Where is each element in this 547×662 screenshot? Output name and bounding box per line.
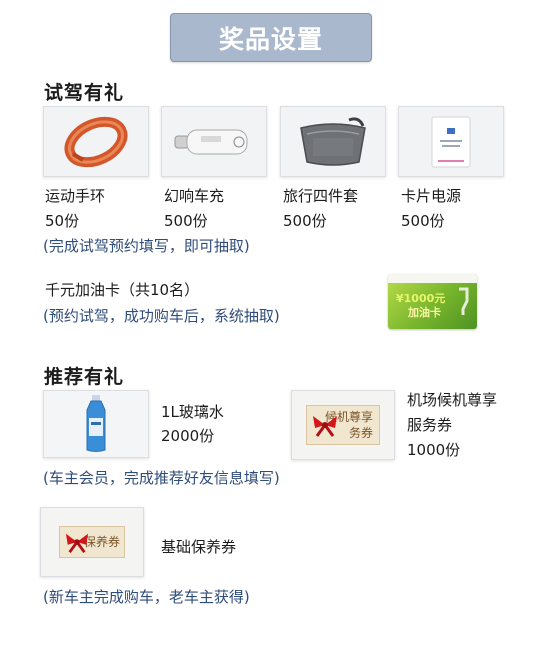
prize-name: 运动手环 <box>45 187 106 205</box>
prize-quantity: 1000份 <box>407 441 461 459</box>
prize-image-maintenance-voucher: 保养券 <box>40 507 144 577</box>
gas-card-name: 加油卡 <box>408 306 441 319</box>
prize-quantity: 500份 <box>401 212 445 230</box>
prize-image-glass-water <box>43 390 149 458</box>
prize-name: 卡片电源 <box>401 187 462 205</box>
section-title-test-drive: 试驾有礼 <box>44 82 125 104</box>
airport-voucher: 候机尊享 务券 <box>306 405 380 445</box>
prize-image-fitness-band <box>43 106 149 177</box>
gas-card-note: (预约试驾，成功购车后，系统抽取) <box>43 307 280 325</box>
travel-bag-icon <box>300 116 366 166</box>
page-title-banner: 奖品设置 <box>170 13 372 62</box>
prize-quantity: 2000份 <box>161 427 215 445</box>
fitness-band-icon <box>64 116 128 167</box>
referral-note: (车主会员，完成推荐好友信息填写) <box>43 469 280 487</box>
gas-card-image: ¥1000元 加油卡 <box>388 274 477 329</box>
voucher-text-line2: 务券 <box>348 426 373 440</box>
water-bottle-icon <box>86 395 106 452</box>
prize-name: 基础保养券 <box>161 538 237 556</box>
prize-image-travel-bag <box>280 106 386 177</box>
red-bow-icon <box>65 533 89 553</box>
prize-name: 幻响车充 <box>164 187 225 205</box>
maintenance-voucher: 保养券 <box>59 526 125 558</box>
prize-image-airport-voucher: 候机尊享 务券 <box>291 390 395 460</box>
prize-quantity: 50份 <box>45 212 80 230</box>
section-title-referral: 推荐有礼 <box>44 366 125 388</box>
prize-name: 机场候机尊享 <box>407 391 498 409</box>
fuel-nozzle-icon <box>459 287 469 315</box>
card-header-strip <box>388 274 477 283</box>
page-title: 奖品设置 <box>218 24 323 54</box>
car-charger-icon <box>174 129 248 154</box>
prize-image-car-charger <box>161 106 267 177</box>
maintenance-note: (新车主完成购车，老车主获得) <box>43 588 250 606</box>
prize-name: 1L玻璃水 <box>161 403 224 421</box>
prize-name-line2: 服务券 <box>407 416 453 434</box>
prize-name: 旅行四件套 <box>283 187 359 205</box>
prize-quantity: 500份 <box>164 212 208 230</box>
gas-card-title: 千元加油卡（共10名） <box>45 281 200 299</box>
prize-quantity: 500份 <box>283 212 327 230</box>
card-power-bank-icon <box>431 116 471 167</box>
prize-image-card-power-bank <box>398 106 504 177</box>
test-drive-note: (完成试驾预约填写，即可抽取) <box>43 237 250 255</box>
red-bow-icon <box>313 416 337 437</box>
